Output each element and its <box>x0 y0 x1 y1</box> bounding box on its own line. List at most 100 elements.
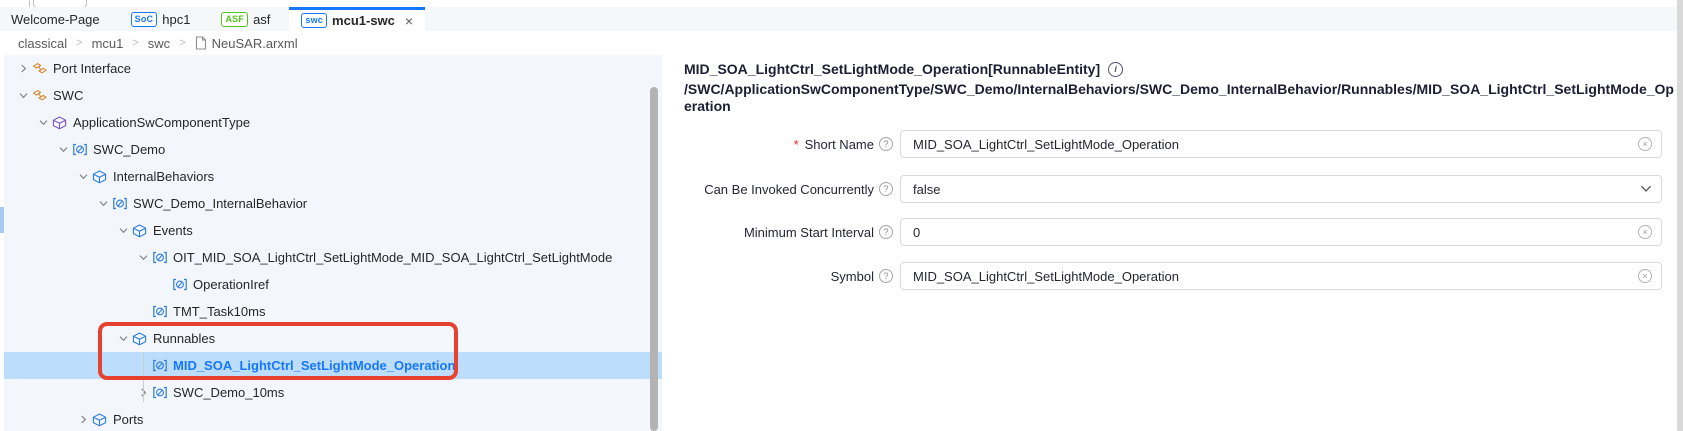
chevron-down-icon[interactable] <box>35 116 52 130</box>
field-value: 0 <box>913 225 920 240</box>
input-field[interactable]: 0× <box>900 218 1662 246</box>
element-icon <box>152 251 173 264</box>
tab-label: asf <box>253 12 270 27</box>
detail-title: MID_SOA_LightCtrl_SetLightMode_Operation… <box>684 61 1100 77</box>
breadcrumb-file-name: NeuSAR.arxml <box>212 36 298 51</box>
tab-hpc1[interactable]: SoChpc1 <box>119 7 203 31</box>
detail-path: /SWC/ApplicationSwComponentType/SWC_Demo… <box>684 81 1676 115</box>
clear-icon[interactable]: × <box>1638 269 1652 283</box>
tree-item[interactable]: SWC_Demo_InternalBehavior <box>0 190 662 217</box>
tree-mini-scrollbar-thumb[interactable] <box>0 207 4 233</box>
chevron-down-icon[interactable] <box>135 251 152 265</box>
form-row: Minimum Start Interval?0× <box>662 218 1677 246</box>
package-icon <box>132 332 153 346</box>
clear-icon[interactable]: × <box>1638 137 1652 151</box>
form-row: Can Be Invoked Concurrently?false <box>662 175 1677 203</box>
help-icon[interactable]: ? <box>879 269 893 283</box>
tree-item-label: SWC_Demo_10ms <box>173 385 284 400</box>
field-label: Minimum Start Interval? <box>662 218 893 246</box>
tab-badge: swc <box>301 13 327 28</box>
form-row: Symbol? MID_SOA_LightCtrl_SetLightMode_Op… <box>662 262 1677 290</box>
tree-item[interactable]: OperationIref <box>0 271 662 298</box>
tree-item[interactable]: MID_SOA_LightCtrl_SetLightMode_Operation <box>0 352 662 379</box>
tree-item[interactable]: SWC <box>0 82 662 109</box>
chevron-down-icon[interactable] <box>95 197 112 211</box>
tree-item[interactable]: TMT_Task10ms <box>0 298 662 325</box>
tree-scrollbar-thumb[interactable] <box>650 87 658 431</box>
element-icon <box>72 143 93 156</box>
tree-item-label: SWC <box>53 88 83 103</box>
tree-item[interactable]: Ports <box>0 406 662 431</box>
tree-item-label: Port Interface <box>53 61 131 76</box>
breadcrumb-file[interactable]: NeuSAR.arxml <box>195 36 298 51</box>
tab-label: Welcome-Page <box>11 12 100 27</box>
element-icon <box>152 359 173 372</box>
tab-badge: SoC <box>131 12 158 27</box>
tree-item-label: Ports <box>113 412 143 427</box>
info-icon[interactable]: i <box>1108 62 1123 77</box>
chevron-down-icon[interactable] <box>115 332 132 346</box>
tree-item[interactable]: SWC_Demo_10ms <box>0 379 662 406</box>
tree-item[interactable]: Events <box>0 217 662 244</box>
chevron-right-icon[interactable] <box>15 62 32 76</box>
close-icon[interactable]: × <box>405 14 413 28</box>
field-label-text: Symbol <box>831 269 874 284</box>
interface-icon <box>32 88 53 103</box>
input-field[interactable]: MID_SOA_LightCtrl_SetLightMode_Operation… <box>900 130 1662 158</box>
breadcrumb: classical > mcu1 > swc > NeuSAR.arxml <box>0 31 1677 55</box>
tree-item[interactable]: SWC_Demo <box>0 136 662 163</box>
tree-item-label: OperationIref <box>193 277 269 292</box>
input-field[interactable]: MID_SOA_LightCtrl_SetLightMode_Operation… <box>900 262 1662 290</box>
tree-item[interactable]: InternalBehaviors <box>0 163 662 190</box>
chevron-down-icon[interactable] <box>75 170 92 184</box>
breadcrumb-separator: > <box>179 37 185 49</box>
clear-icon[interactable]: × <box>1638 225 1652 239</box>
file-icon <box>195 36 207 50</box>
chevron-down-icon[interactable] <box>1640 185 1652 193</box>
clear-icon[interactable]: × <box>1638 269 1652 283</box>
tree-item-label: SWC_Demo_InternalBehavior <box>133 196 307 211</box>
select-field[interactable]: false <box>900 175 1662 203</box>
tree-indent-guide <box>143 352 144 402</box>
package-icon <box>92 170 113 184</box>
tree-item-label: OIT_MID_SOA_LightCtrl_SetLightMode_MID_S… <box>173 250 612 265</box>
tree-item[interactable]: Port Interface <box>0 55 662 82</box>
clear-icon[interactable]: × <box>1638 225 1652 239</box>
page-scrollbar[interactable] <box>1677 0 1683 431</box>
package-icon <box>92 413 113 427</box>
interface-icon <box>32 61 53 76</box>
tree-item-label: SWC_Demo <box>93 142 165 157</box>
tree-mini-scrollbar-track <box>0 55 4 431</box>
element-icon <box>152 305 173 318</box>
breadcrumb-separator: > <box>132 37 138 49</box>
help-icon[interactable]: ? <box>879 137 893 151</box>
chevron-down-icon[interactable] <box>15 89 32 103</box>
form-row: *Short Name?MID_SOA_LightCtrl_SetLightMo… <box>662 130 1677 158</box>
tree-item[interactable]: OIT_MID_SOA_LightCtrl_SetLightMode_MID_S… <box>0 244 662 271</box>
toolbar-fragment-line <box>29 0 30 7</box>
breadcrumb-separator: > <box>76 37 82 49</box>
help-icon[interactable]: ? <box>879 225 893 239</box>
component-icon <box>52 116 73 130</box>
caret-placeholder <box>135 305 152 319</box>
tab-asf[interactable]: ASFasf <box>209 7 282 31</box>
tree-item[interactable]: ApplicationSwComponentType <box>0 109 662 136</box>
help-icon[interactable]: ? <box>879 182 893 196</box>
chevron-down-icon[interactable] <box>115 224 132 238</box>
clear-icon[interactable]: × <box>1638 137 1652 151</box>
breadcrumb-item-mcu1[interactable]: mcu1 <box>92 36 124 51</box>
element-icon <box>152 386 173 399</box>
chevron-down-icon[interactable] <box>55 143 72 157</box>
tab-welcome-page[interactable]: Welcome-Page <box>0 7 112 31</box>
tree-item-label: TMT_Task10ms <box>173 304 265 319</box>
tab-bar: Welcome-PageSoChpc1ASFasfswcmcu1-swc× <box>0 7 1683 31</box>
field-value: MID_SOA_LightCtrl_SetLightMode_Operation <box>913 269 1179 284</box>
breadcrumb-item-swc[interactable]: swc <box>148 36 170 51</box>
detail-panel: MID_SOA_LightCtrl_SetLightMode_Operation… <box>662 55 1677 431</box>
tree-item[interactable]: Runnables <box>0 325 662 352</box>
tab-mcu1-swc[interactable]: swcmcu1-swc× <box>289 7 425 31</box>
field-label: Can Be Invoked Concurrently? <box>662 175 893 203</box>
tree-item-label: ApplicationSwComponentType <box>73 115 250 130</box>
breadcrumb-item-classical[interactable]: classical <box>18 36 67 51</box>
chevron-right-icon[interactable] <box>75 413 92 427</box>
